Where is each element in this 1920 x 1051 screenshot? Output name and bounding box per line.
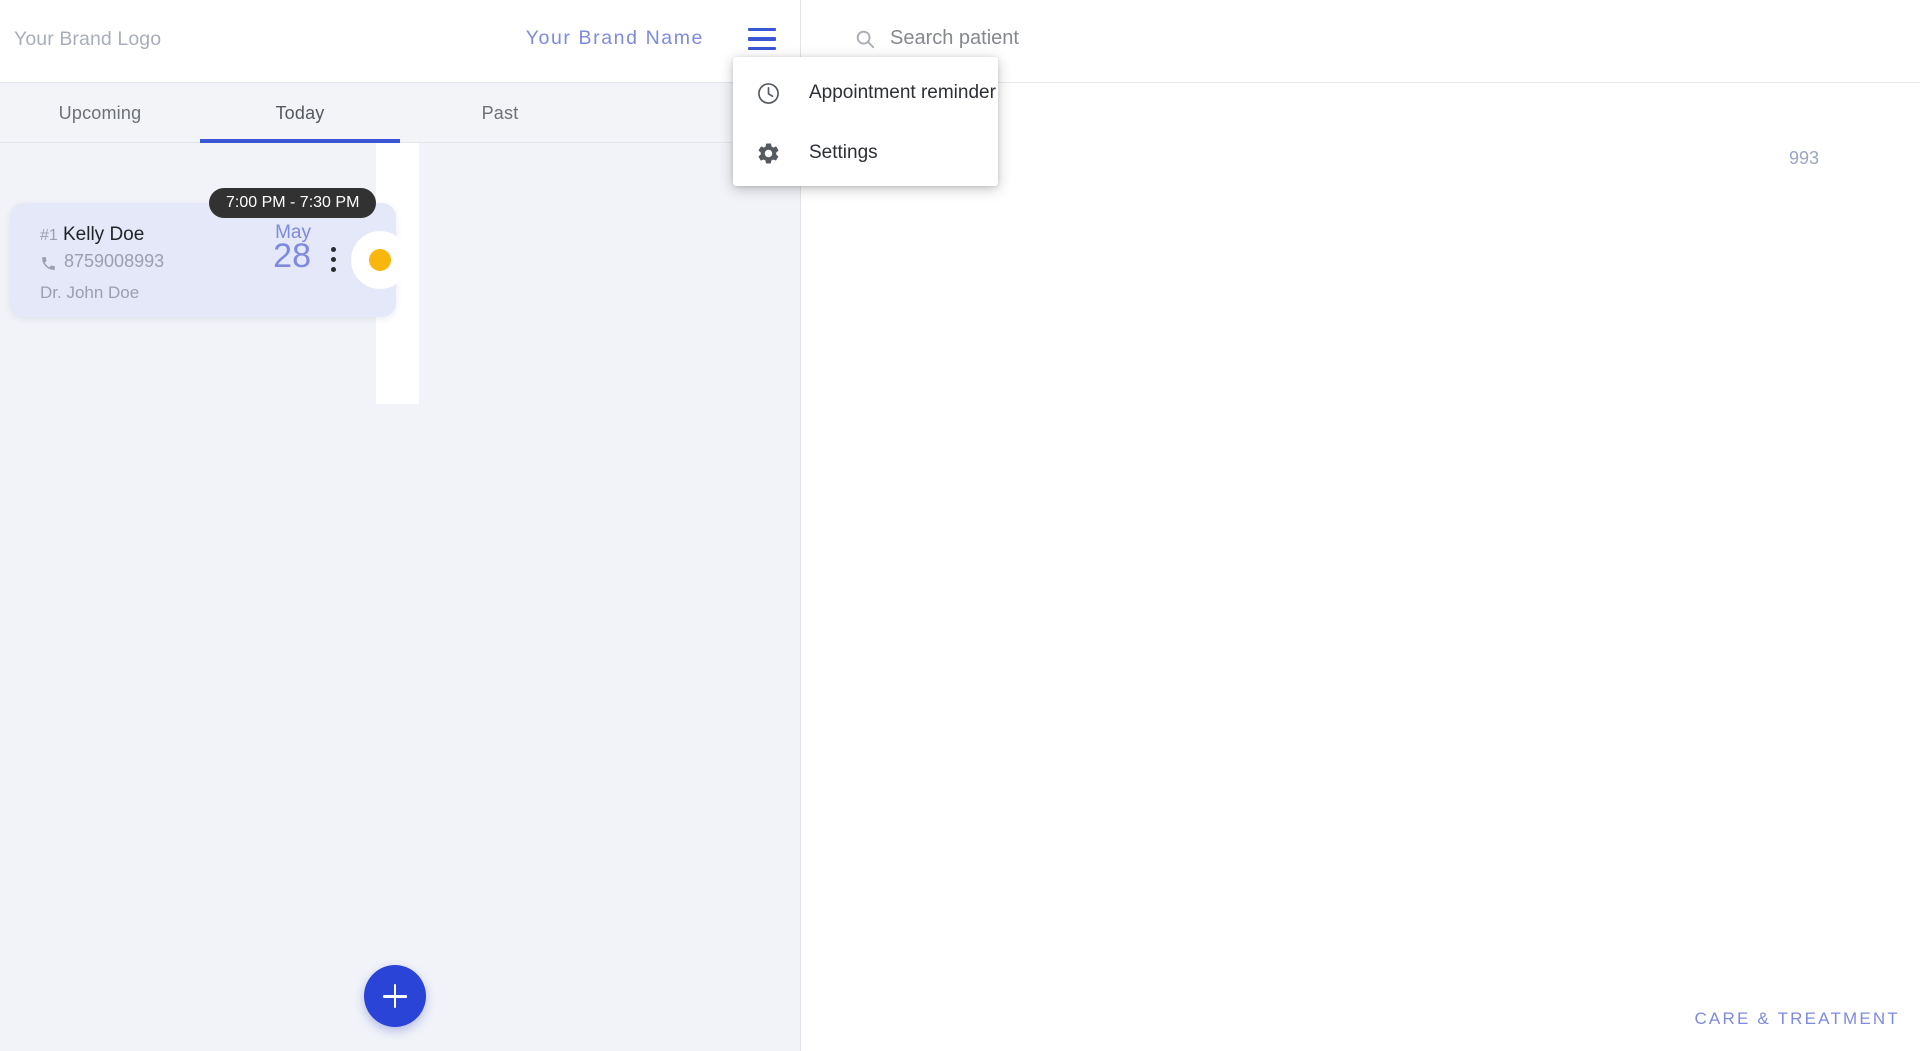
appointment-day: 28 (273, 237, 311, 275)
brand-logo: Your Brand Logo (14, 28, 162, 50)
menu-item-appointment-reminder[interactable]: Appointment reminder (733, 63, 998, 123)
doctor-name: Dr. John Doe (40, 283, 140, 302)
brand-name: Your Brand Name (525, 27, 704, 49)
menu-item-label: Settings (809, 142, 878, 163)
tab-past[interactable]: Past (400, 84, 600, 143)
hamburger-bar (748, 28, 776, 32)
clock-icon (755, 80, 781, 106)
add-appointment-button[interactable] (364, 965, 426, 1027)
search-input[interactable]: Search patient (890, 27, 1019, 50)
status-dot (369, 249, 391, 271)
appointment-time-pill: 7:00 PM - 7:30 PM (209, 188, 377, 218)
gear-icon (755, 140, 781, 166)
search-icon (854, 28, 876, 50)
patient-phone-partial: 993 (1789, 148, 1820, 168)
app-root: Your Brand Logo Your Brand Name Upcoming… (0, 0, 1920, 1051)
kebab-dot (331, 247, 336, 252)
patient-phone: 8759008993 (64, 251, 165, 271)
more-options-icon[interactable] (331, 247, 336, 272)
appointment-index: #1 (40, 227, 58, 244)
hamburger-bar (748, 46, 776, 51)
kebab-dot (331, 267, 336, 272)
hamburger-icon[interactable] (748, 28, 776, 51)
tab-upcoming[interactable]: Upcoming (0, 84, 200, 143)
appointment-tabs: Upcoming Today Past (0, 84, 800, 143)
appointments-pane: Your Brand Logo Your Brand Name Upcoming… (0, 0, 800, 1051)
kebab-dot (331, 257, 336, 262)
menu-item-label: Appointment reminder (809, 82, 996, 103)
left-header: Your Brand Logo Your Brand Name (0, 0, 800, 83)
patient-name: Kelly Doe (63, 224, 145, 245)
phone-icon (40, 255, 57, 272)
menu-item-settings[interactable]: Settings (733, 123, 998, 183)
tab-today[interactable]: Today (200, 84, 400, 143)
header-dropdown-menu: Appointment reminder Settings (733, 57, 998, 186)
status-badge[interactable] (351, 231, 409, 289)
appointment-card[interactable]: 7:00 PM - 7:30 PM #1 Kelly Doe 875900899… (10, 188, 409, 317)
footer-brand-label: CARE & TREATMENT (1694, 1009, 1900, 1028)
hamburger-bar (748, 37, 776, 41)
